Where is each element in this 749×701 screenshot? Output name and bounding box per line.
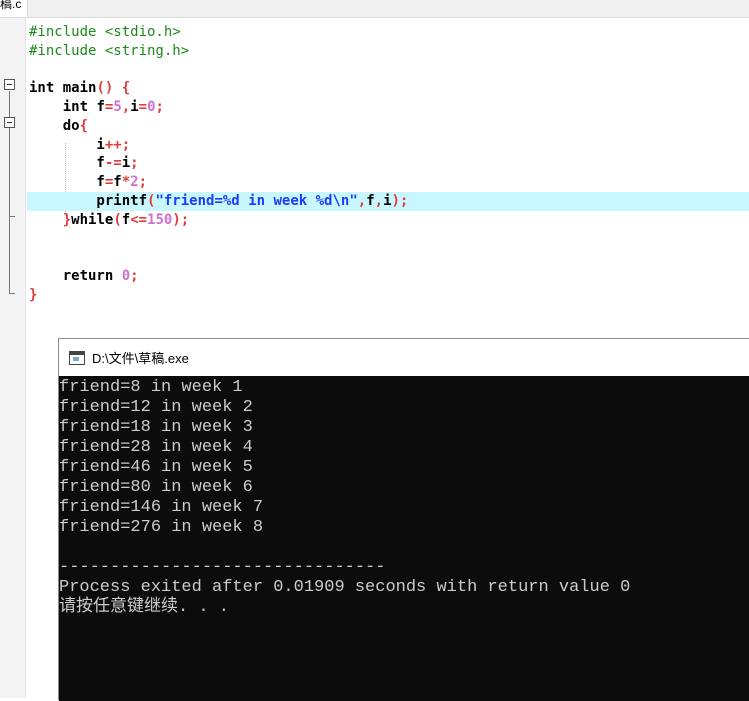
editor-tab-bar: 稿.c xyxy=(0,0,749,18)
console-line: friend=12 in week 2 xyxy=(59,398,253,417)
editor-tab-label: 稿.c xyxy=(0,0,22,11)
code-line-15: } xyxy=(29,286,38,303)
code-editor[interactable]: #include <stdio.h> #include <string.h> i… xyxy=(27,23,749,304)
code-line-4: int main() { xyxy=(29,80,131,97)
console-line: friend=146 in week 7 xyxy=(59,498,264,517)
console-line: friend=8 in week 1 xyxy=(59,378,243,397)
console-line: friend=18 in week 3 xyxy=(59,418,253,437)
code-line-9: f=f*2; xyxy=(29,174,148,190)
console-title: D:\文件\草稿.exe xyxy=(92,351,189,366)
console-window[interactable]: D:\文件\草稿.exe friend=8 in week 1 friend=1… xyxy=(58,338,749,701)
fold-end-main xyxy=(9,293,15,294)
code-line-6: do{ xyxy=(29,117,89,134)
console-separator: -------------------------------- xyxy=(59,558,386,577)
console-line: friend=28 in week 4 xyxy=(59,438,253,457)
console-line: friend=80 in week 6 xyxy=(59,478,253,497)
code-line-7: i++; xyxy=(29,136,131,153)
fold-end-do xyxy=(9,216,15,217)
editor-tab[interactable]: 稿.c xyxy=(0,0,29,17)
fold-toggle-do-icon[interactable] xyxy=(4,117,15,128)
fold-toggle-main-icon[interactable] xyxy=(4,79,15,90)
console-line: friend=46 in week 5 xyxy=(59,458,253,477)
code-line-5: int f=5,i=0; xyxy=(29,99,164,115)
console-press-any-key: 请按任意键继续. . . xyxy=(59,598,230,617)
code-line-10-current: printf("friend=%d in week %d\n",f,i); xyxy=(27,191,749,211)
console-output[interactable]: friend=8 in week 1 friend=12 in week 2 f… xyxy=(59,376,749,701)
code-line-1: #include <stdio.h> xyxy=(29,24,181,40)
code-line-8: f-=i; xyxy=(29,155,139,172)
code-line-14: return 0; xyxy=(29,267,139,284)
code-line-11: }while(f<=150); xyxy=(62,211,190,228)
editor-gutter xyxy=(0,18,26,698)
console-line: friend=276 in week 8 xyxy=(59,518,264,537)
console-exit-status: Process exited after 0.01909 seconds wit… xyxy=(59,578,631,597)
console-app-icon xyxy=(69,350,85,365)
code-line-2: #include <string.h> xyxy=(29,42,190,59)
console-titlebar[interactable]: D:\文件\草稿.exe xyxy=(59,339,749,376)
